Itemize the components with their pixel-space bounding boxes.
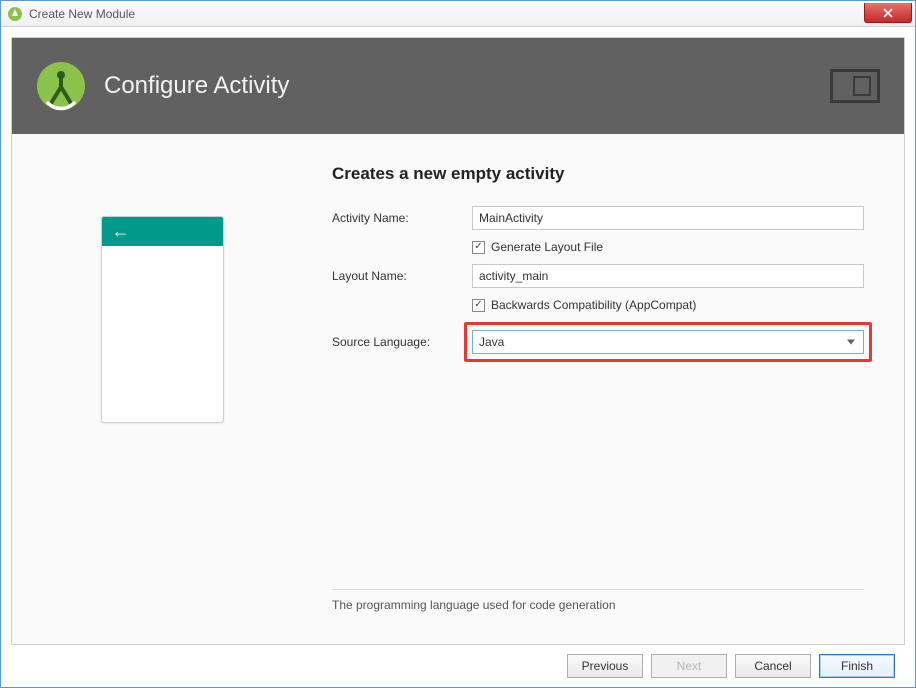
button-bar: Previous Next Cancel Finish	[11, 645, 905, 687]
phone-preview: ←	[101, 216, 224, 423]
app-icon	[7, 6, 23, 22]
backwards-compat-checkbox[interactable]: ✓	[472, 299, 485, 312]
generate-layout-checkbox[interactable]: ✓	[472, 241, 485, 254]
phone-preview-toolbar: ←	[102, 217, 223, 246]
wizard-title: Configure Activity	[104, 72, 830, 100]
divider	[332, 589, 864, 590]
backwards-compat-label: Backwards Compatibility (AppCompat)	[491, 298, 696, 312]
cancel-button[interactable]: Cancel	[735, 654, 811, 678]
wizard-header: Configure Activity	[12, 38, 904, 134]
layout-name-label: Layout Name:	[332, 269, 472, 283]
device-preview-icon	[830, 69, 880, 103]
android-studio-logo-icon	[36, 61, 86, 111]
finish-button[interactable]: Finish	[819, 654, 895, 678]
activity-name-label: Activity Name:	[332, 211, 472, 225]
back-arrow-icon: ←	[112, 221, 130, 242]
form-column: Creates a new empty activity Activity Na…	[312, 134, 904, 644]
close-button[interactable]	[864, 3, 912, 23]
window-title: Create New Module	[29, 7, 135, 21]
next-button: Next	[651, 654, 727, 678]
previous-button[interactable]: Previous	[567, 654, 643, 678]
generate-layout-label: Generate Layout File	[491, 240, 603, 254]
titlebar: Create New Module	[1, 1, 915, 27]
activity-name-input[interactable]	[472, 206, 864, 230]
source-language-select[interactable]: Java	[472, 330, 864, 354]
form-heading: Creates a new empty activity	[332, 164, 864, 184]
source-language-label: Source Language:	[332, 335, 472, 349]
source-language-value: Java	[479, 335, 504, 349]
layout-name-input[interactable]	[472, 264, 864, 288]
chevron-down-icon	[847, 340, 855, 345]
preview-column: ←	[12, 134, 312, 644]
field-description: The programming language used for code g…	[332, 598, 864, 644]
